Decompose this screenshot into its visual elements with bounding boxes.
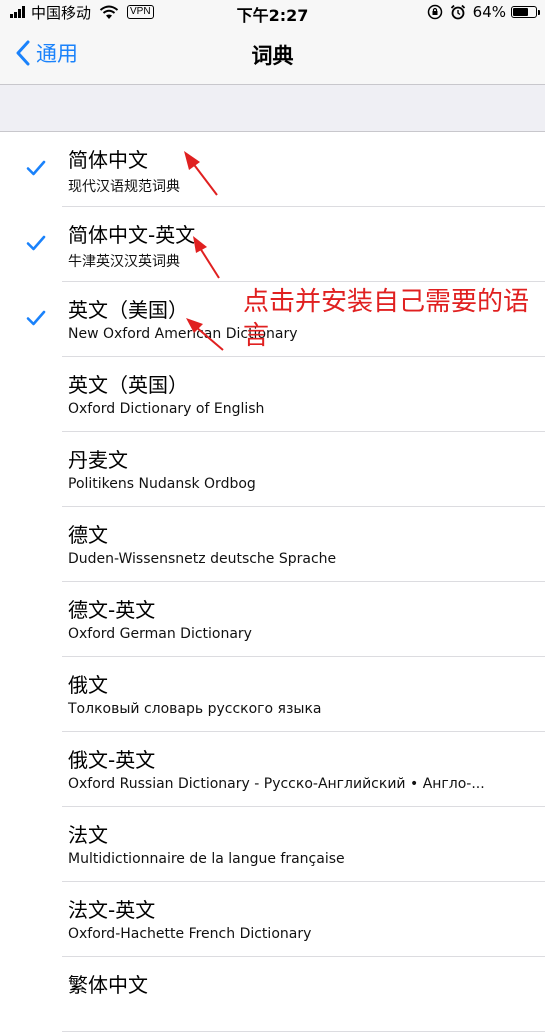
nav-bar: 通用 词典 [0, 26, 545, 85]
dictionary-row[interactable]: 俄文 Толковый словарь русского языка [0, 657, 545, 732]
dictionary-title: 简体中文-英文 [68, 223, 196, 247]
status-bar: 中国移动 VPN 下午2:27 64% [0, 0, 545, 26]
dictionary-subtitle: Oxford-Hachette French Dictionary [68, 926, 312, 942]
dictionary-row[interactable]: 俄文-英文 Oxford Russian Dictionary - Русско… [0, 732, 545, 807]
dictionary-title: 法文-英文 [68, 898, 156, 922]
dictionary-subtitle: Politikens Nudansk Ordbog [68, 476, 256, 492]
dictionary-title: 英文（英国） [68, 373, 188, 397]
dictionary-row[interactable]: 丹麦文 Politikens Nudansk Ordbog [0, 432, 545, 507]
battery-percent: 64% [472, 3, 506, 21]
dictionary-row[interactable]: 繁体中文 [0, 957, 545, 1032]
dictionary-subtitle: 牛津英汉汉英词典 [68, 254, 180, 270]
dictionary-title: 法文 [68, 823, 108, 847]
checkmark-icon [26, 310, 46, 326]
dictionary-row[interactable]: 英文（英国） Oxford Dictionary of English [0, 357, 545, 432]
dictionary-title: 繁体中文 [68, 973, 148, 997]
dictionary-list: 简体中文 现代汉语规范词典 简体中文-英文 牛津英汉汉英词典 英文（美国） Ne… [0, 131, 545, 1032]
status-right: 64% [427, 2, 540, 22]
dictionary-title: 英文（美国） [68, 298, 188, 322]
dictionary-title: 俄文-英文 [68, 748, 156, 772]
dictionary-row[interactable]: 简体中文-英文 牛津英汉汉英词典 [0, 207, 545, 282]
dictionary-subtitle: 现代汉语规范词典 [68, 179, 180, 195]
dictionary-row[interactable]: 法文-英文 Oxford-Hachette French Dictionary [0, 882, 545, 957]
dictionary-row[interactable]: 简体中文 现代汉语规范词典 [0, 132, 545, 207]
dictionary-title: 德文 [68, 523, 108, 547]
dictionary-title: 简体中文 [68, 148, 148, 172]
dictionary-row[interactable]: 德文 Duden-Wissensnetz deutsche Sprache [0, 507, 545, 582]
dictionary-row[interactable]: 法文 Multidictionnaire de la langue frança… [0, 807, 545, 882]
dictionary-row[interactable]: 德文-英文 Oxford German Dictionary [0, 582, 545, 657]
checkmark-icon [26, 235, 46, 251]
dictionary-subtitle: Oxford Russian Dictionary - Русско-Англи… [68, 776, 485, 792]
dictionary-subtitle: Duden-Wissensnetz deutsche Sprache [68, 551, 337, 567]
dictionary-subtitle: Толковый словарь русского языка [68, 701, 322, 717]
dictionary-subtitle: Oxford Dictionary of English [68, 401, 265, 417]
dictionary-subtitle: Multidictionnaire de la langue française [68, 851, 345, 867]
checkmark-icon [26, 160, 46, 176]
battery-icon [511, 6, 540, 18]
dictionary-title: 德文-英文 [68, 598, 156, 622]
battery-fill [513, 8, 529, 16]
dictionary-title: 俄文 [68, 673, 108, 697]
page-title: 词典 [251, 44, 294, 68]
annotation-text: 点击并安装自己需要的语言 [243, 287, 530, 351]
alarm-icon [450, 4, 465, 20]
dictionary-title: 丹麦文 [68, 448, 128, 472]
orientation-lock-icon [427, 4, 442, 20]
dictionary-subtitle: Oxford German Dictionary [68, 626, 252, 642]
